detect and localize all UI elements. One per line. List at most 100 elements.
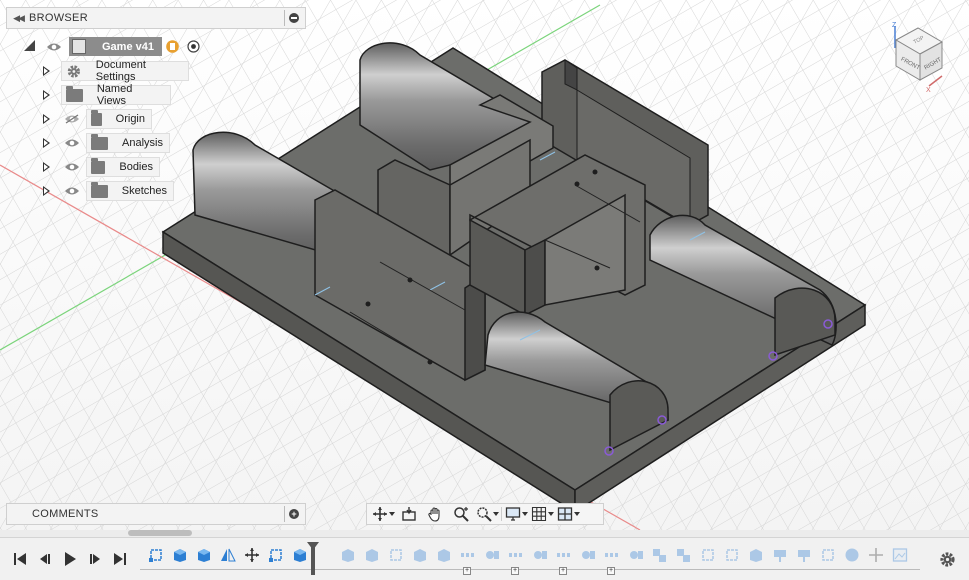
sketch-feature-icon[interactable] [388,547,404,563]
fit-button[interactable] [475,505,499,523]
fillet-feature-icon[interactable] [580,547,596,563]
extrude-feature-icon[interactable] [172,547,188,563]
expand-arrow-icon[interactable] [43,186,50,196]
expand-arrow-icon[interactable] [43,66,50,76]
expand-arrow-icon[interactable] [43,162,50,172]
sketch-feature-icon[interactable] [724,547,740,563]
collapse-root-icon[interactable] [24,39,35,51]
tree-item-analysis[interactable]: Analysis [86,133,170,153]
go-to-end-icon[interactable] [112,551,128,567]
grid-icon [531,506,546,522]
browser-panel-header[interactable]: ◀◀ BROWSER [6,7,306,29]
step-back-icon[interactable] [37,551,53,567]
collapse-browser-icon[interactable]: ◀◀ [7,13,29,24]
visibility-eye-icon[interactable] [64,162,80,172]
display-caret-icon[interactable] [521,512,528,516]
expand-arrow-icon[interactable] [43,114,50,124]
tree-item-origin[interactable]: Origin [86,109,152,129]
pattern-feature-icon[interactable] [556,547,572,563]
expand-group-icon[interactable]: + [607,567,615,575]
timeline-settings-gear-icon[interactable] [939,551,956,568]
look-at-button[interactable] [397,505,421,523]
sketch-feature-icon[interactable] [700,547,716,563]
navigation-toolbar [366,503,604,525]
tree-expand-origin[interactable] [43,108,50,130]
press-pull-feature-icon[interactable] [772,547,788,563]
sketch-feature-icon[interactable] [268,547,284,563]
extrude-feature-icon[interactable] [364,547,380,563]
orbit-button[interactable] [371,505,395,523]
move-feature-icon[interactable] [868,547,884,563]
play-icon[interactable] [62,551,78,567]
orbit-caret-icon[interactable] [388,512,395,516]
tree-item-bodies[interactable]: Bodies [86,157,160,177]
comments-panel-header[interactable]: COMMENTS + [6,503,306,525]
combine-feature-icon[interactable] [652,547,668,563]
axis-x-label: X [926,87,931,94]
folder-icon [91,133,108,150]
fillet-feature-icon[interactable] [628,547,644,563]
tree-expand-document-settings[interactable] [43,60,50,82]
tree-expand-named-views[interactable] [43,84,50,106]
fit-caret-icon[interactable] [492,512,499,516]
extrude-feature-icon[interactable] [412,547,428,563]
extrude-feature-icon[interactable] [748,547,764,563]
canvas-feature-icon[interactable] [892,547,908,563]
extrude-feature-icon[interactable] [340,547,356,563]
expand-arrow-icon[interactable] [43,90,50,100]
component-icon [72,39,86,54]
tree-expand-bodies[interactable] [43,156,50,178]
pattern-feature-icon[interactable] [508,547,524,563]
expand-group-icon[interactable]: + [511,567,519,575]
grid-caret-icon[interactable] [547,512,554,516]
tree-item-named-views[interactable]: Named Views [61,83,171,107]
timeline-bar: + + + + [0,537,969,580]
orbit-icon [372,507,387,521]
tree-item-label: Analysis [122,137,163,149]
expand-group-icon[interactable]: + [559,567,567,575]
expand-group-icon[interactable]: + [463,567,471,575]
mirror-feature-icon[interactable] [220,547,236,563]
tree-item-document-settings[interactable]: Document Settings [61,59,189,83]
display-settings-button[interactable] [504,505,528,523]
zoom-button[interactable] [449,505,473,523]
pattern-feature-icon[interactable] [604,547,620,563]
visibility-eye-icon[interactable] [64,138,80,148]
pan-button[interactable] [423,505,447,523]
version-badge-icon[interactable] [166,40,179,53]
fillet-feature-icon[interactable] [532,547,548,563]
visibility-eye-icon[interactable] [64,186,80,196]
extrude-feature-icon[interactable] [292,547,308,563]
go-to-start-icon[interactable] [12,551,28,567]
browser-root-node[interactable]: Game v41 [69,37,162,56]
tree-expand-analysis[interactable] [43,132,50,154]
add-comment-icon[interactable]: + [289,509,299,519]
expand-arrow-icon[interactable] [43,138,50,148]
grid-settings-button[interactable] [530,505,554,523]
root-visibility-eye-icon[interactable] [46,42,62,52]
sketch-feature-icon[interactable] [820,547,836,563]
extrude-feature-icon[interactable] [196,547,212,563]
activate-radio-icon[interactable] [187,40,200,53]
viewports-button[interactable] [556,505,580,523]
minimize-browser-icon[interactable] [289,13,299,23]
tree-expand-sketches[interactable] [43,180,50,202]
extrude-feature-icon[interactable] [436,547,452,563]
timeline-marker[interactable] [307,542,319,575]
sphere-feature-icon[interactable] [844,547,860,563]
hidden-eye-icon[interactable] [64,114,80,124]
fillet-feature-icon[interactable] [484,547,500,563]
step-forward-icon[interactable] [87,551,103,567]
tree-item-label: Origin [115,113,145,125]
press-pull-feature-icon[interactable] [796,547,812,563]
browser-title: BROWSER [29,12,88,24]
viewports-caret-icon[interactable] [573,512,580,516]
pattern-feature-icon[interactable] [460,547,476,563]
combine-feature-icon[interactable] [676,547,692,563]
timeline-track [140,569,920,570]
horizontal-scrollbar[interactable] [128,530,192,536]
move-feature-icon[interactable] [244,547,260,563]
view-cube[interactable]: Z X FRONT RIGHT TOP [880,18,960,96]
tree-item-sketches[interactable]: Sketches [86,181,174,201]
sketch-feature-icon[interactable] [148,547,164,563]
